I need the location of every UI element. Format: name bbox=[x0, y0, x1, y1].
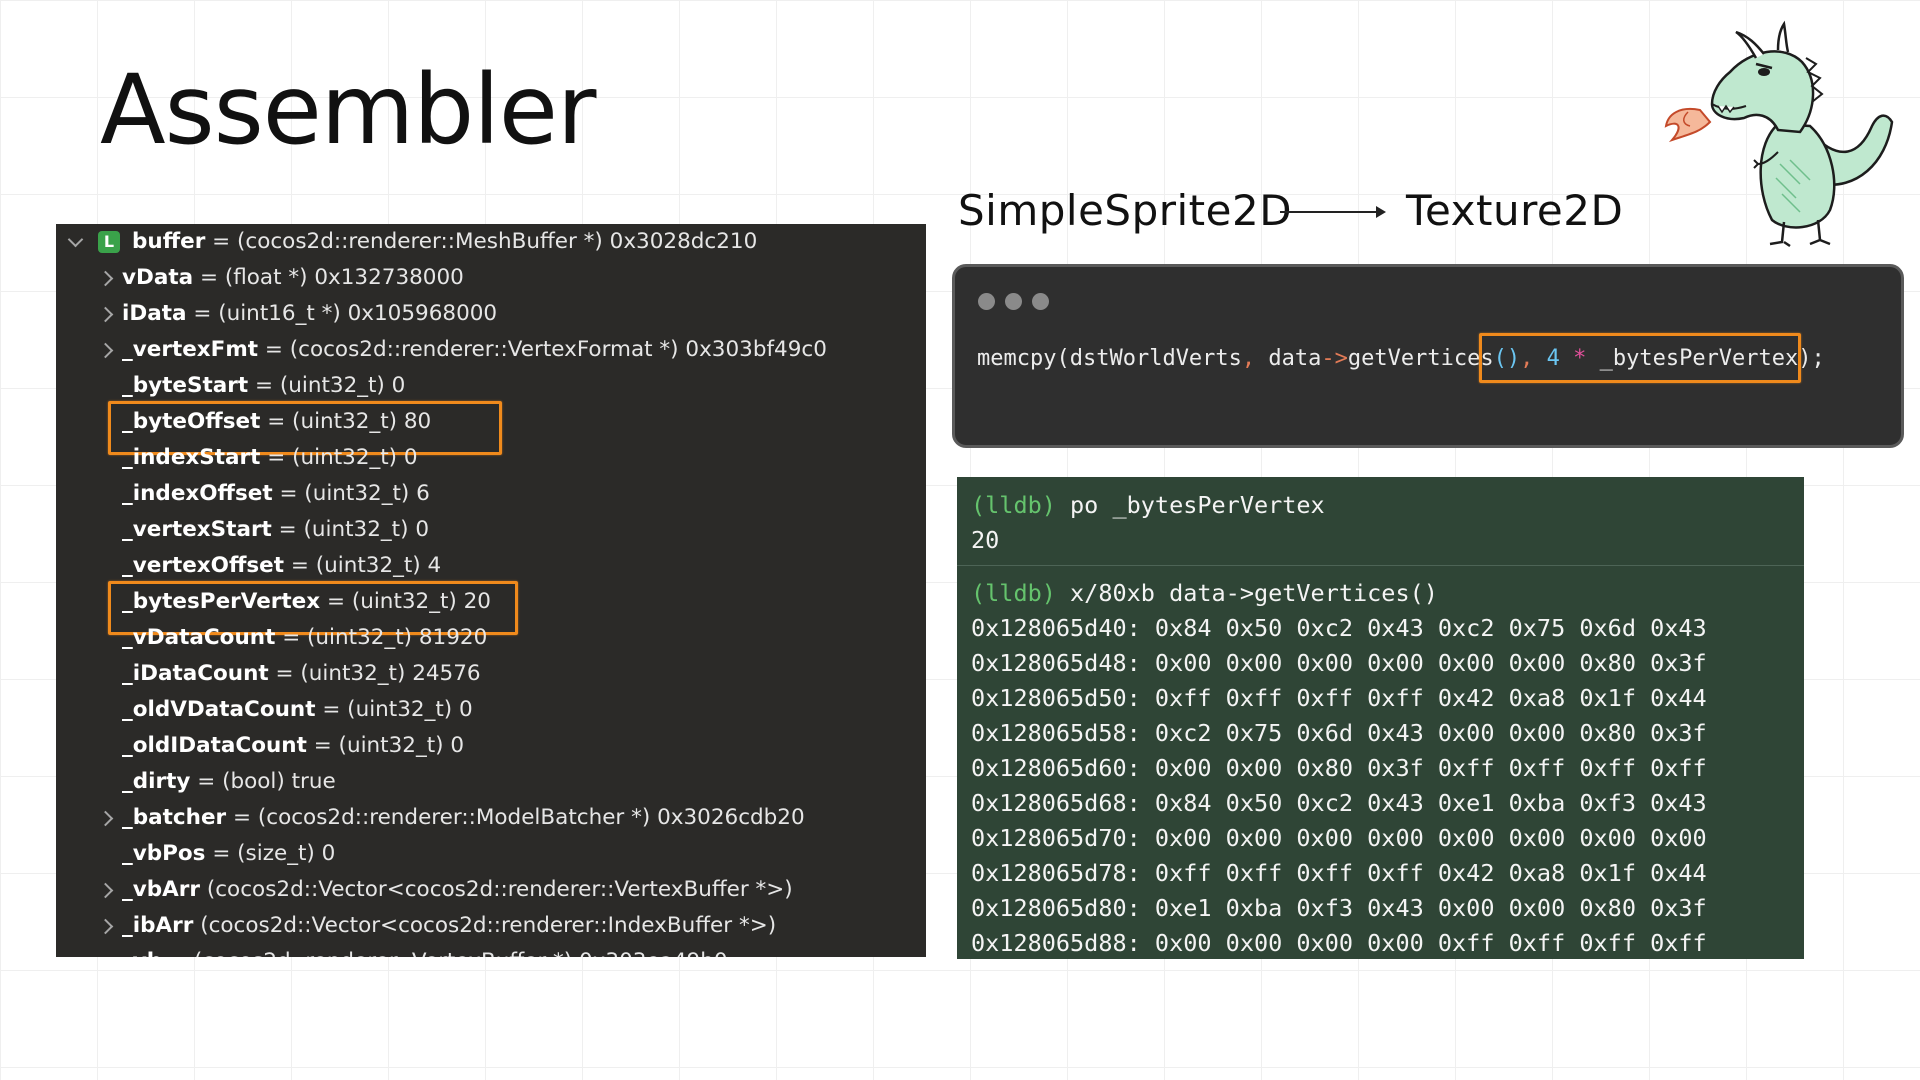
memory-dump-line: 0x128065d50: 0xff 0xff 0xff 0xff 0x42 0x… bbox=[971, 684, 1707, 712]
lldb-console[interactable]: (lldb) po _bytesPerVertex 20 (lldb) x/80… bbox=[957, 477, 1804, 959]
memory-dump-line: 0x128065d78: 0xff 0xff 0xff 0xff 0x42 0x… bbox=[971, 859, 1707, 887]
variable-value: = (uint32_t) 0 bbox=[271, 517, 429, 542]
variable-name: _oldIDataCount bbox=[122, 733, 307, 758]
console-command: po _bytesPerVertex bbox=[1055, 491, 1325, 519]
variable-value: = (uint16_t *) 0x105968000 bbox=[186, 301, 498, 326]
variable-name: buffer bbox=[132, 229, 206, 254]
memory-dump-line: 0x128065d60: 0x00 0x00 0x80 0x3f 0xff 0x… bbox=[971, 754, 1707, 782]
variable-value: = (uint32_t) 4 bbox=[284, 553, 442, 578]
variable-value: = (cocos2d::renderer::MeshBuffer *) 0x30… bbox=[205, 229, 758, 254]
variable-name: _vertexStart bbox=[122, 517, 272, 542]
variable-name: vData bbox=[122, 265, 194, 290]
variable-value: = (uint32_t) 81920 bbox=[275, 625, 488, 650]
variable-value: = (uint32_t) 24576 bbox=[268, 661, 481, 686]
memory-dump-line: 0x128065d68: 0x84 0x50 0xc2 0x43 0xe1 0x… bbox=[971, 789, 1707, 817]
variable-name: _indexStart bbox=[122, 445, 261, 470]
variable-value: = (size_t) 0 bbox=[205, 841, 336, 866]
chevron-right-icon[interactable] bbox=[97, 270, 114, 287]
variable-name: _dirty bbox=[122, 769, 191, 794]
variable-value: = (uint32_t) 0 bbox=[306, 733, 465, 758]
variable-value: (cocos2d::Vector<cocos2d::renderer::Vert… bbox=[200, 877, 793, 902]
code-snippet-window: memcpy(dstWorldVerts, data->getVertices(… bbox=[952, 264, 1904, 448]
window-dot-icon bbox=[1005, 293, 1022, 310]
memory-dump-line: 0x128065d70: 0x00 0x00 0x00 0x00 0x00 0x… bbox=[971, 824, 1707, 852]
variable-name: _vertexOffset bbox=[122, 553, 285, 578]
variable-name: _vb bbox=[122, 949, 162, 957]
diagram-target-label: Texture2D bbox=[1406, 186, 1624, 235]
code-token: data bbox=[1255, 346, 1322, 371]
code-token: getVertices bbox=[1347, 346, 1494, 371]
chevron-down-icon[interactable] bbox=[97, 951, 114, 957]
memory-dump-line: 0x128065d48: 0x00 0x00 0x00 0x00 0x00 0x… bbox=[971, 649, 1707, 677]
variable-name: _ibArr bbox=[122, 913, 194, 938]
variable-name: _vertexFmt bbox=[122, 337, 259, 362]
chevron-right-icon[interactable] bbox=[97, 810, 114, 827]
variable-name: _batcher bbox=[122, 805, 227, 830]
window-dot-icon bbox=[978, 293, 995, 310]
chevron-right-icon[interactable] bbox=[97, 918, 114, 935]
code-highlight-box bbox=[1479, 333, 1801, 383]
variable-value: = (uint32_t) 6 bbox=[272, 481, 430, 506]
console-output: 20 bbox=[971, 526, 1000, 554]
code-token: memcpy bbox=[977, 346, 1057, 371]
variable-name: _indexOffset bbox=[122, 481, 273, 506]
diagram-arrow bbox=[1280, 211, 1380, 213]
code-token: -> bbox=[1321, 346, 1348, 371]
memory-dump-line: 0x128065d40: 0x84 0x50 0xc2 0x43 0xc2 0x… bbox=[971, 614, 1707, 642]
variable-name: iData bbox=[122, 301, 187, 326]
code-token: (dstWorldVerts bbox=[1056, 346, 1242, 371]
console-command-line: (lldb) po _bytesPerVertex bbox=[971, 488, 1325, 523]
chevron-down-icon[interactable] bbox=[67, 231, 84, 248]
variable-value: = (cocos2d::renderer::VertexBuffer *) 0x… bbox=[162, 949, 728, 957]
diagram-source-label: SimpleSprite2D bbox=[958, 186, 1293, 235]
console-divider bbox=[957, 565, 1804, 566]
variable-value: = (uint32_t) 0 bbox=[248, 373, 406, 398]
lldb-prompt: (lldb) bbox=[971, 491, 1056, 519]
debugger-variables-panel[interactable]: Lbuffer = (cocos2d::renderer::MeshBuffer… bbox=[56, 224, 926, 957]
variable-value: = (bool) true bbox=[190, 769, 336, 794]
console-command-line: (lldb) x/80xb data->getVertices() bbox=[971, 576, 1438, 611]
variable-name: _vbArr bbox=[122, 877, 201, 902]
lldb-prompt: (lldb) bbox=[971, 579, 1056, 607]
variable-value: = (cocos2d::renderer::VertexFormat *) 0x… bbox=[258, 337, 827, 362]
variable-name: _vbPos bbox=[122, 841, 206, 866]
local-variable-badge-icon: L bbox=[98, 231, 120, 253]
variable-name: _vDataCount bbox=[122, 625, 276, 650]
chevron-right-icon[interactable] bbox=[97, 882, 114, 899]
memory-dump-line: 0x128065d88: 0x00 0x00 0x00 0x00 0xff 0x… bbox=[971, 929, 1707, 957]
memory-dump-line: 0x128065d80: 0xe1 0xba 0xf3 0x43 0x00 0x… bbox=[971, 894, 1707, 922]
variable-value: = (cocos2d::renderer::ModelBatcher *) 0x… bbox=[226, 805, 805, 830]
variable-name: _oldVDataCount bbox=[122, 697, 316, 722]
slide-title: Assembler bbox=[100, 54, 596, 166]
dragon-illustration bbox=[1664, 20, 1894, 248]
variable-value: (cocos2d::Vector<cocos2d::renderer::Inde… bbox=[193, 913, 777, 938]
variable-value: = (uint32_t) 0 bbox=[260, 445, 418, 470]
diagram-arrow-head-icon bbox=[1376, 206, 1386, 218]
console-command: x/80xb data->getVertices() bbox=[1055, 579, 1438, 607]
variable-name: _byteStart bbox=[122, 373, 249, 398]
variable-name: _iDataCount bbox=[122, 661, 269, 686]
memory-dump-line: 0x128065d58: 0xc2 0x75 0x6d 0x43 0x00 0x… bbox=[971, 719, 1707, 747]
chevron-right-icon[interactable] bbox=[97, 306, 114, 323]
variable-value: = (uint32_t) 0 bbox=[315, 697, 473, 722]
chevron-right-icon[interactable] bbox=[97, 342, 114, 359]
variable-value: = (float *) 0x132738000 bbox=[193, 265, 464, 290]
code-token: , bbox=[1241, 346, 1256, 371]
window-dot-icon bbox=[1032, 293, 1049, 310]
